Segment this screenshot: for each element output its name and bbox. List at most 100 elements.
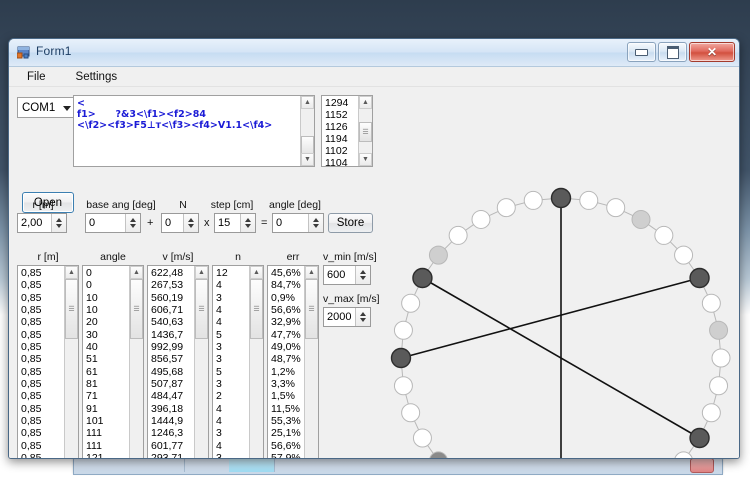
com-port-value: COM1	[22, 102, 55, 114]
ring-node[interactable]	[632, 210, 650, 228]
scroll-down-icon[interactable]: ▼	[301, 153, 314, 166]
ring-node[interactable]	[394, 321, 412, 339]
base-ang-input[interactable]: 0	[85, 213, 141, 233]
scroll-up-icon[interactable]: ▲	[359, 96, 372, 109]
column-listbox-r[interactable]: 0,85 0,85 0,85 0,85 0,85 0,85 0,85 0,85 …	[17, 265, 79, 459]
ring-node[interactable]	[402, 404, 420, 422]
ring-node[interactable]	[710, 377, 728, 395]
equals-operator: =	[261, 217, 267, 229]
background-window-tab-2[interactable]	[184, 457, 230, 472]
window-title: Form1	[36, 44, 72, 58]
angle-spinner[interactable]	[308, 214, 323, 232]
ring-node-selected[interactable]	[690, 269, 709, 288]
ring-node-selected[interactable]	[413, 269, 432, 288]
menu-item-settings[interactable]: Settings	[72, 70, 122, 84]
ring-node[interactable]	[580, 191, 598, 209]
ring-node-selected[interactable]	[392, 349, 411, 368]
com-port-select[interactable]: COM1	[17, 97, 77, 118]
n-input[interactable]: 0	[161, 213, 199, 233]
base-ang-value: 0	[89, 217, 95, 229]
maximize-button[interactable]	[658, 42, 687, 62]
menu-item-file[interactable]: File	[23, 70, 50, 84]
client-area: COM1 Open <f1> ?&3<\f1><f2>84<\f2><f3>F5…	[9, 87, 739, 459]
background-window-close-icon[interactable]	[690, 458, 714, 473]
ring-node[interactable]	[702, 404, 720, 422]
window-controls: ✕	[627, 42, 735, 62]
title-bar[interactable]: Form1 ✕	[9, 39, 739, 67]
ring-node[interactable]	[607, 199, 625, 217]
store-button[interactable]: Store	[328, 213, 373, 233]
base-ang-label: base ang [deg]	[81, 199, 161, 211]
ring-node[interactable]	[402, 294, 420, 312]
scroll-thumb[interactable]: ☰	[65, 279, 78, 339]
v-min-input[interactable]: 600	[323, 265, 371, 285]
ring-diagram-panel[interactable]	[379, 87, 737, 459]
r-spinner[interactable]	[51, 214, 66, 232]
scroll-thumb[interactable]: ☰	[195, 279, 208, 339]
maximize-icon	[667, 46, 679, 59]
angle-input[interactable]: 0	[272, 213, 324, 233]
main-window: Form1 ✕ File Settings COM1 Open	[8, 38, 740, 459]
column-listbox-n[interactable]: 12 4 3 4 4 5 3 3 5 3 2 4 4 3 4 3 ▲ ☰ ▼	[212, 265, 264, 459]
ring-node[interactable]	[413, 429, 431, 447]
ring-node[interactable]	[497, 199, 515, 217]
base-ang-spinner[interactable]	[125, 214, 140, 232]
background-window-tab-1[interactable]	[74, 457, 185, 472]
scroll-up-icon[interactable]: ▲	[301, 96, 314, 109]
ring-node[interactable]	[655, 226, 673, 244]
minimize-button[interactable]	[627, 42, 656, 62]
column-scrollbar-v[interactable]: ▲ ☰ ▼	[194, 266, 208, 459]
n-spinner[interactable]	[183, 214, 198, 232]
r-input[interactable]: 2,00	[17, 213, 67, 233]
raw-values-scrollbar[interactable]: ▲ ☰ ▼	[358, 96, 372, 166]
column-header-angle: angle	[82, 251, 144, 263]
ring-node[interactable]	[702, 294, 720, 312]
column-header-v: v [m/s]	[147, 251, 209, 263]
scroll-up-icon[interactable]: ▲	[65, 266, 78, 279]
column-listbox-err[interactable]: 45,6% 84,7% 0,9% 56,6% 32,9% 47,7% 49,0%…	[267, 265, 319, 459]
background-window-tab-3[interactable]	[229, 457, 275, 472]
ring-node[interactable]	[710, 321, 728, 339]
ring-node[interactable]	[394, 377, 412, 395]
scroll-thumb[interactable]: ☰	[250, 279, 263, 339]
ring-node[interactable]	[675, 246, 693, 264]
scroll-up-icon[interactable]: ▲	[195, 266, 208, 279]
ring-node[interactable]	[712, 349, 730, 367]
scroll-thumb[interactable]: ☰	[305, 279, 318, 339]
serial-log-scrollbar[interactable]: ▲ ▼	[300, 96, 314, 166]
column-header-err: err	[267, 251, 319, 263]
ring-node[interactable]	[429, 246, 447, 264]
column-scrollbar-n[interactable]: ▲ ☰ ▼	[249, 266, 263, 459]
scroll-up-icon[interactable]: ▲	[250, 266, 263, 279]
scroll-up-icon[interactable]: ▲	[130, 266, 143, 279]
scroll-thumb[interactable]: ☰	[130, 279, 143, 339]
column-header-r: r [m]	[17, 251, 79, 263]
scroll-up-icon[interactable]: ▲	[305, 266, 318, 279]
close-button[interactable]: ✕	[689, 42, 735, 62]
column-scrollbar-angle[interactable]: ▲ ☰ ▼	[129, 266, 143, 459]
angle-value: 0	[276, 217, 282, 229]
scroll-thumb[interactable]: ☰	[359, 122, 372, 142]
ring-node[interactable]	[429, 452, 447, 459]
column-listbox-v[interactable]: 622,48 267,53 560,19 606,71 540,63 1436,…	[147, 265, 209, 459]
ring-node-selected[interactable]	[690, 429, 709, 448]
v-min-spinner[interactable]	[355, 266, 370, 284]
ring-node-selected[interactable]	[552, 189, 571, 208]
raw-values-listbox[interactable]: 1294 1152 1126 1194 1102 1104 ▲ ☰ ▼	[321, 95, 373, 167]
serial-log-textbox[interactable]: <f1> ?&3<\f1><f2>84<\f2><f3>F5⊥ᴛ<\f3><f4…	[73, 95, 315, 167]
v-max-spinner[interactable]	[355, 308, 370, 326]
ring-node[interactable]	[524, 191, 542, 209]
column-listbox-angle[interactable]: 0 0 10 10 20 30 40 51 61 81 71 91 101 11…	[82, 265, 144, 459]
column-scrollbar-r[interactable]: ▲ ☰ ▼	[64, 266, 78, 459]
column-scrollbar-err[interactable]: ▲ ☰ ▼	[304, 266, 318, 459]
ring-node[interactable]	[675, 452, 693, 459]
ring-node[interactable]	[449, 226, 467, 244]
ring-chord	[401, 278, 700, 358]
step-spinner[interactable]	[240, 214, 255, 232]
plus-operator: +	[147, 217, 153, 229]
step-input[interactable]: 15	[214, 213, 256, 233]
v-max-input[interactable]: 2000	[323, 307, 371, 327]
ring-node[interactable]	[472, 210, 490, 228]
scroll-down-icon[interactable]: ▼	[359, 153, 372, 166]
v-min-label: v_min [m/s]	[323, 251, 377, 263]
